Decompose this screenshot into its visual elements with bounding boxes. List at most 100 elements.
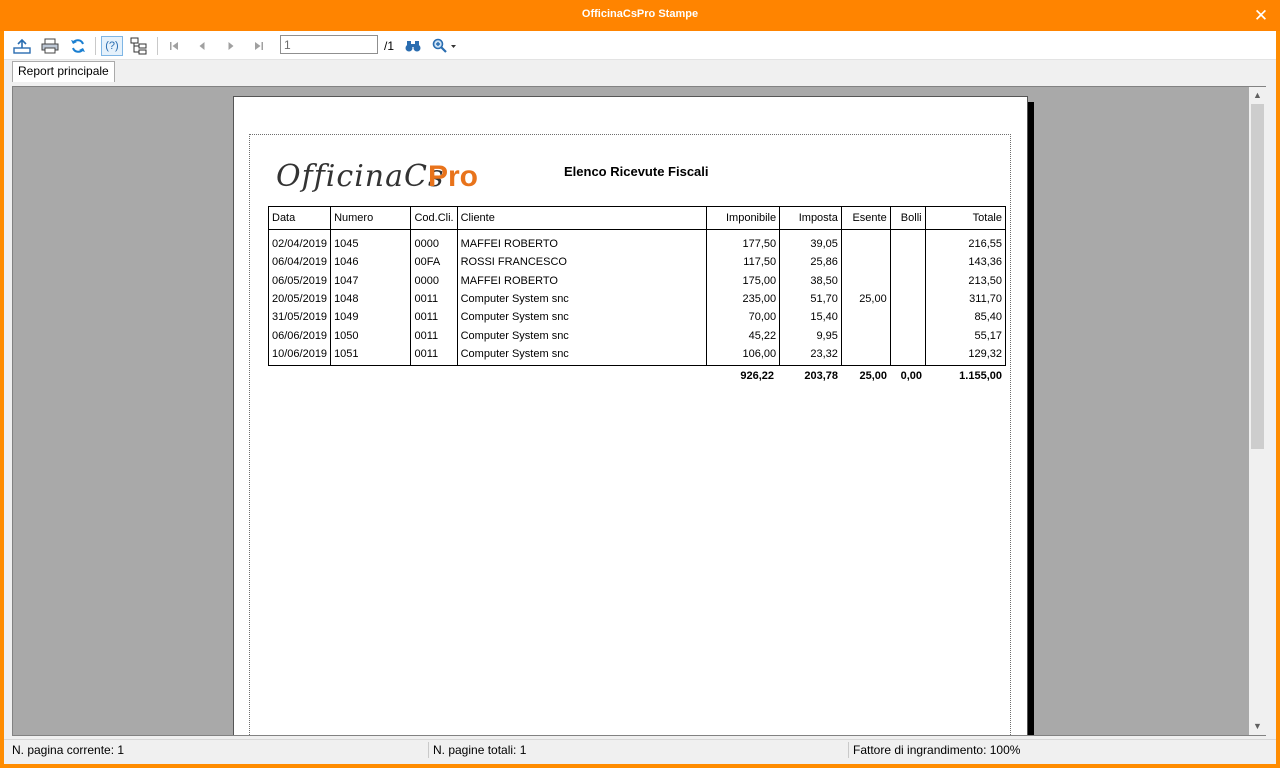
status-bar: N. pagina corrente: 1 N. pagine totali: … — [4, 739, 1276, 760]
totals-row: 926,22 203,78 25,00 0,00 1.155,00 — [268, 370, 1006, 386]
total-esente: 25,00 — [859, 370, 887, 382]
toolbar-separator — [95, 37, 96, 55]
page-number-input[interactable] — [280, 35, 378, 54]
zoom-dropdown[interactable] — [431, 36, 459, 56]
table-cell — [889, 229, 926, 254]
receipts-table: Data Numero Cod.Cli. Cliente Imponibile … — [267, 206, 1007, 367]
table-cell — [889, 289, 926, 309]
table-cell: 117,50 — [706, 253, 781, 272]
table-cell: 177,50 — [706, 229, 781, 254]
table-cell: ROSSI FRANCESCO — [456, 253, 708, 272]
status-current-page: N. pagina corrente: 1 — [12, 743, 125, 757]
column-header: Cod.Cli. — [410, 206, 458, 230]
export-icon[interactable] — [12, 36, 32, 56]
help-button[interactable]: (?) — [101, 36, 123, 56]
total-imposta: 203,78 — [804, 370, 838, 382]
scrollbar-thumb[interactable] — [1251, 104, 1264, 449]
previous-page-icon[interactable] — [192, 36, 212, 56]
table-cell: 9,95 — [779, 326, 842, 345]
column-header: Totale — [924, 206, 1007, 230]
logo-text: OfficinaCs — [276, 159, 445, 194]
scroll-down-icon[interactable]: ▼ — [1249, 718, 1266, 735]
table-cell: 1048 — [330, 289, 412, 309]
table-cell: 31/05/2019 — [267, 308, 332, 327]
report-title: Elenco Ricevute Fiscali — [564, 164, 709, 179]
table-cell: Computer System snc — [456, 344, 708, 367]
table-cell: 0011 — [410, 326, 458, 345]
table-cell: 06/06/2019 — [267, 326, 332, 345]
scroll-up-icon[interactable]: ▲ — [1249, 87, 1266, 104]
vertical-scrollbar[interactable]: ▲ ▼ — [1249, 86, 1266, 736]
table-cell: Computer System snc — [456, 326, 708, 345]
total-imponibile: 926,22 — [740, 370, 774, 382]
table-cell: 70,00 — [706, 308, 781, 327]
table-cell — [889, 271, 926, 290]
close-icon[interactable]: ✕ — [1250, 5, 1272, 27]
table-cell — [889, 308, 926, 327]
table-cell — [889, 344, 926, 367]
table-cell: 38,50 — [779, 271, 842, 290]
table-cell: 51,70 — [779, 289, 842, 309]
table-cell: 06/04/2019 — [267, 253, 332, 272]
total-bolli: 0,00 — [900, 370, 922, 382]
report-viewport[interactable]: OfficinaCs Pro Elenco Ricevute Fiscali D… — [12, 86, 1251, 736]
table-cell — [889, 326, 926, 345]
table-cell: 0011 — [410, 344, 458, 367]
status-zoom: Fattore di ingrandimento: 100% — [853, 743, 1021, 757]
column-header: Esente — [840, 206, 891, 230]
table-cell: 0000 — [410, 229, 458, 254]
table-cell: 15,40 — [779, 308, 842, 327]
toolbar-separator — [157, 37, 158, 55]
table-cell: 06/05/2019 — [267, 271, 332, 290]
tab-report-principale[interactable]: Report principale — [12, 61, 115, 82]
group-tree-icon[interactable] — [129, 36, 149, 56]
table-cell: 216,55 — [924, 229, 1007, 254]
table-cell — [889, 253, 926, 272]
table-row: 20/05/2019 1048 0011 Computer System snc 235… — [267, 289, 1007, 309]
table-cell: 55,17 — [924, 326, 1007, 345]
table-cell: Computer System snc — [456, 308, 708, 327]
refresh-icon[interactable] — [68, 36, 88, 56]
table-row: 10/06/2019 1051 0011 Computer System snc 106… — [267, 344, 1007, 367]
table-cell: 25,86 — [779, 253, 842, 272]
total-totale: 1.155,00 — [959, 370, 1002, 382]
table-row: 31/05/2019 1049 0011 Computer System snc 70,… — [267, 308, 1007, 327]
table-cell: 20/05/2019 — [267, 289, 332, 309]
next-page-icon[interactable] — [221, 36, 241, 56]
binoculars-icon[interactable] — [403, 36, 423, 56]
last-page-icon[interactable] — [249, 36, 269, 56]
table-cell: MAFFEI ROBERTO — [456, 229, 708, 254]
column-header: Imposta — [779, 206, 842, 230]
table-cell: 1047 — [330, 271, 412, 290]
table-cell — [840, 344, 891, 367]
table-cell: 1050 — [330, 326, 412, 345]
table-cell: 129,32 — [924, 344, 1007, 367]
table-cell — [840, 229, 891, 254]
table-cell — [840, 326, 891, 345]
column-header: Bolli — [889, 206, 926, 230]
table-cell — [840, 253, 891, 272]
table-cell: 23,32 — [779, 344, 842, 367]
table-cell: MAFFEI ROBERTO — [456, 271, 708, 290]
report-tabs: Report principale — [4, 59, 1276, 83]
window-titlebar: OfficinaCsPro Stampe ✕ — [0, 0, 1280, 31]
table-cell: 1046 — [330, 253, 412, 272]
column-header: Cliente — [456, 206, 708, 230]
table-cell: 1051 — [330, 344, 412, 367]
logo-pro-text: Pro — [428, 160, 479, 193]
table-cell: 1045 — [330, 229, 412, 254]
table-row: 02/04/2019 1045 0000 MAFFEI ROBERTO 177,50 39… — [267, 229, 1007, 254]
table-cell: 213,50 — [924, 271, 1007, 290]
table-cell: 143,36 — [924, 253, 1007, 272]
table-cell: 175,00 — [706, 271, 781, 290]
table-cell: 311,70 — [924, 289, 1007, 309]
window-title: OfficinaCsPro Stampe — [581, 8, 699, 20]
column-header: Data — [267, 206, 332, 230]
table-cell: 1049 — [330, 308, 412, 327]
first-page-icon[interactable] — [164, 36, 184, 56]
table-row: 06/05/2019 1047 0000 MAFFEI ROBERTO 175,00 38… — [267, 271, 1007, 290]
table-cell: 0011 — [410, 308, 458, 327]
column-header: Imponibile — [706, 206, 781, 230]
print-icon[interactable] — [40, 36, 60, 56]
toolbar: (?) /1 — [4, 31, 1276, 60]
